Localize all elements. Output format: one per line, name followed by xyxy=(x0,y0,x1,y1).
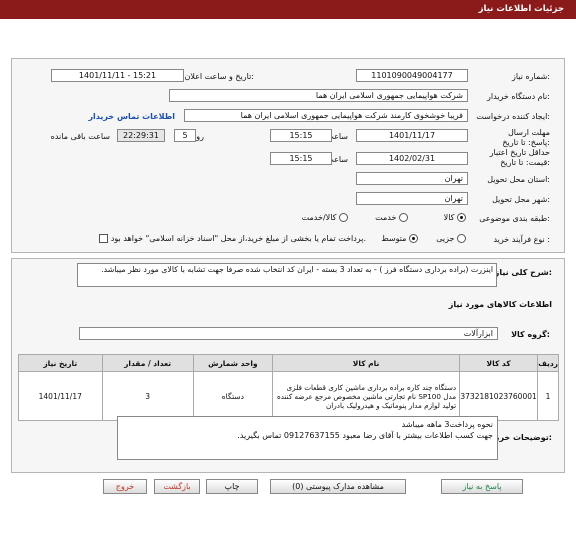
goods-group-label: گروه کالا: xyxy=(511,330,550,339)
goods-group-field: ابزارآلات xyxy=(79,327,498,340)
creator-label: ایجاد کننده درخواست: xyxy=(476,112,550,121)
checkbox-icon xyxy=(99,234,109,243)
radio-icon xyxy=(399,213,408,222)
back-button[interactable]: بازگشت xyxy=(154,479,200,494)
exit-button[interactable]: خروج xyxy=(103,479,147,494)
row-code: 3732181023760001 xyxy=(459,371,539,421)
page-title: جزئیات اطلاعات نیاز xyxy=(478,4,564,14)
province-field: تهران xyxy=(356,172,468,185)
validity-date-field: 1402/02/31 xyxy=(356,152,468,165)
remaining-label: ساعت باقی مانده xyxy=(50,132,110,141)
creator-field: فریبا خوشخوی کارمند شرکت هواپیمایی جمهور… xyxy=(184,109,468,122)
col-unit: واحد شمارش xyxy=(192,354,274,372)
need-number-field: 1101090049004177 xyxy=(356,69,468,82)
deadline-time-field: 15:15 xyxy=(270,129,332,142)
row-unit: دستگاه xyxy=(192,371,274,421)
col-qty: تعداد / مقدار xyxy=(101,354,194,372)
buyer-org-field: شرکت هواپیمایی جمهوری اسلامی ایران هما xyxy=(169,89,468,102)
summary-label: شرح کلی نیاز: xyxy=(494,268,552,277)
buyer-org-label: نام دستگاه خریدار: xyxy=(486,92,550,101)
radio-icon xyxy=(457,234,466,243)
validity-label: حداقل تاریخ اعتبار قیمت: تا تاریخ: xyxy=(489,148,550,167)
need-number-label: شماره نیاز: xyxy=(511,72,550,81)
city-label: شهر محل تحویل: xyxy=(492,195,550,204)
treasury-payment-checkbox[interactable]: پرداخت تمام یا بخشی از مبلغ خرید،از محل … xyxy=(99,234,366,243)
category-option-goods[interactable]: کالا xyxy=(444,213,466,222)
deadline-date-field: 1401/11/17 xyxy=(356,129,468,142)
row-index: 1 xyxy=(537,371,559,421)
table-row: 1 3732181023760001 دستگاه چند کاره براده… xyxy=(18,371,559,421)
radio-selected-icon xyxy=(409,234,418,243)
col-name: نام کالا xyxy=(272,354,461,372)
goods-table: ردیف کد کالا نام کالا واحد شمارش تعداد /… xyxy=(18,354,559,421)
province-label: استان محل تحویل: xyxy=(487,175,550,184)
category-option-both[interactable]: کالا/خدمت xyxy=(302,213,348,222)
process-label: نوع فرآیند خرید : xyxy=(493,235,550,244)
goods-section-title: اطلاعات کالاهای مورد نیاز xyxy=(448,300,552,309)
deadline-label: مهلت ارسال پاسخ: تا تاریخ: xyxy=(502,128,550,147)
table-header-row: ردیف کد کالا نام کالا واحد شمارش تعداد /… xyxy=(18,354,559,372)
process-option-minor[interactable]: جزیی xyxy=(436,234,466,243)
announce-field: 1401/11/11 - 15:21 xyxy=(51,69,184,82)
process-option-medium[interactable]: متوسط xyxy=(381,234,418,243)
days-field: 5 xyxy=(174,129,196,142)
reply-button[interactable]: پاسخ به نیاز xyxy=(441,479,523,494)
row-qty: 3 xyxy=(101,371,194,421)
buyer-contact-link[interactable]: اطلاعات تماس خریدار xyxy=(88,112,175,121)
radio-icon xyxy=(339,213,348,222)
remaining-time-field: 22:29:31 xyxy=(117,129,165,142)
category-label: طبقه بندی موضوعی: xyxy=(479,214,550,223)
buyer-notes-line-1: نحوه پرداخت3 ماهه میباشد xyxy=(401,420,493,429)
print-button[interactable]: چاپ xyxy=(206,479,258,494)
row-name: دستگاه چند کاره براده برداری ماشین کاری … xyxy=(272,371,461,421)
buyer-notes-line-2: جهت کسب اطلاعات بیشتر با آقای رضا معبود … xyxy=(237,431,493,440)
radio-selected-icon xyxy=(457,213,466,222)
col-index: ردیف xyxy=(537,354,559,372)
validity-time-field: 15:15 xyxy=(270,152,332,165)
col-code: کد کالا xyxy=(459,354,539,372)
summary-text: اینزرت (براده برداری دستگاه فرز ) - به ت… xyxy=(77,263,497,287)
attachments-button[interactable]: مشاهده مدارک پیوستی (0) xyxy=(270,479,406,494)
buyer-notes-box: نحوه پرداخت3 ماهه میباشد جهت کسب اطلاعات… xyxy=(117,416,498,460)
title-bar: جزئیات اطلاعات نیاز xyxy=(0,0,576,19)
category-option-service[interactable]: خدمت xyxy=(375,213,408,222)
col-date: تاریخ نیاز xyxy=(18,354,103,372)
city-field: تهران xyxy=(356,192,468,205)
row-date: 1401/11/17 xyxy=(18,371,103,421)
